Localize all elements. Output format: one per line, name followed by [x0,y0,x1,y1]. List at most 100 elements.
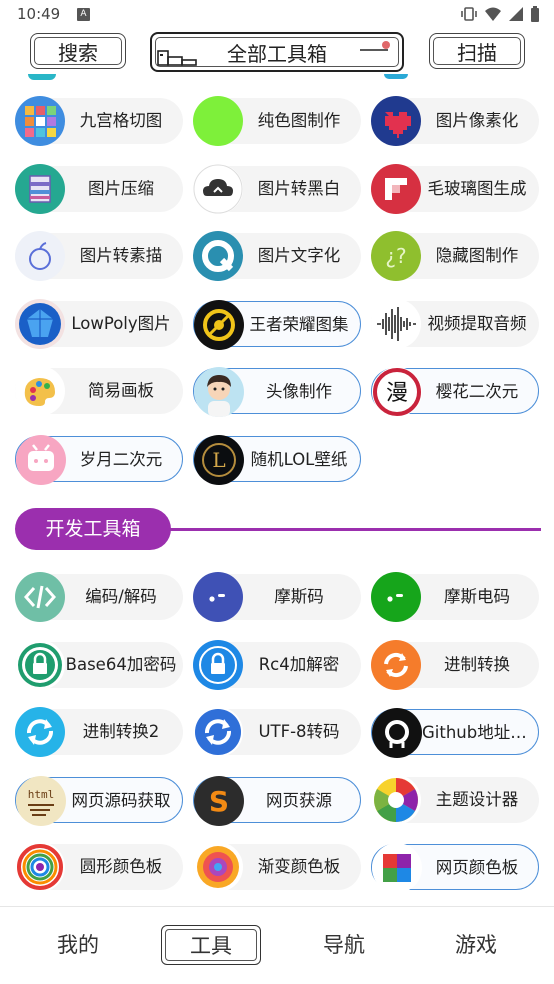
tool-item[interactable]: 岁月二次元 [15,434,183,485]
tool-item[interactable]: 视频提取音频 [371,298,539,349]
page-title: 全部工具箱 [227,41,327,66]
svg-text:S: S [209,785,229,818]
tool-item[interactable]: L 随机LOL壁纸 [193,434,361,485]
grid-photos-icon [15,96,65,146]
pixel-heart-icon [371,96,421,146]
tool-item[interactable]: 头像制作 [193,367,361,417]
tool-label: 图片转黑白 [257,178,341,198]
tool-label: Github地址解... [422,723,532,742]
sync-blue-icon [193,707,243,757]
tool-item[interactable]: 图片压缩 [15,163,183,214]
padlock-icon [193,639,243,690]
svg-text:¿?: ¿? [385,244,406,268]
code-brackets-icon [15,572,65,622]
tool-row: 编码/解码 摩斯码 摩斯电码 [15,572,545,624]
tool-label: 随机LOL壁纸 [250,449,348,469]
tool-label: 樱花二次元 [435,382,519,401]
building-deco-icon [157,50,197,66]
tool-item[interactable]: 毛玻璃图生成 [371,163,539,214]
sketch-apple-icon [15,231,65,281]
tool-label: 视频提取音频 [427,313,527,333]
tool-item[interactable]: 渐变颜色板 [193,842,361,892]
tool-item[interactable]: 纯色图制作 [193,96,361,146]
clock: 10:49 [17,5,61,23]
search-button[interactable]: 搜索 [30,33,126,69]
tool-item[interactable]: 主题设计器 [371,774,539,825]
page-title-frame: 全部工具箱 [150,32,404,72]
tool-item[interactable]: 王者荣耀图集 [193,299,361,350]
nav-label: 导航 [323,933,365,957]
color-circle-icon [15,842,65,892]
tool-label: 摩斯电码 [444,587,510,606]
nav-games[interactable]: 游戏 [426,925,526,965]
tool-row: 九宫格切图 纯色图制作 图片像素化 [15,96,545,148]
tool-item[interactable]: S 网页获源 [193,775,361,826]
github-icon [372,708,422,758]
morse-green-icon [371,572,421,622]
vibrate-icon [460,6,478,26]
tool-label: 纯色图制作 [257,111,341,130]
tool-row: html 网页源码获取 S 网页获源 主题设计器 [15,774,545,827]
tool-item[interactable]: 图片文字化 [193,231,361,281]
scrolled-row-edge [28,74,56,80]
nav-tools[interactable]: 工具 [161,925,261,965]
tool-item[interactable]: 漫 樱花二次元 [371,367,539,417]
tool-item[interactable]: 摩斯码 [193,572,361,622]
svg-text:漫: 漫 [386,381,408,406]
lock-icon [15,639,65,690]
bilibili-icon [16,434,66,485]
tool-item[interactable]: 摩斯电码 [371,572,539,622]
nav-mine[interactable]: 我的 [28,925,128,965]
tool-row: 图片压缩 图片转黑白 毛玻璃图生成 [15,163,545,216]
notification-a-icon: A [77,8,90,21]
tool-item[interactable]: 图片像素化 [371,96,539,146]
tool-item[interactable]: 图片转黑白 [193,163,361,214]
color-square-icon [372,843,422,893]
tool-label: UTF-8转码 [258,722,340,741]
tool-item[interactable]: 编码/解码 [15,572,183,622]
tool-label: 隐藏图制作 [435,246,519,265]
tool-item[interactable]: 简易画板 [15,366,183,416]
tool-row: 图片转素描 图片文字化 ¿? 隐藏图制作 [15,231,545,283]
html-icon: html [16,775,66,826]
status-icons [460,6,540,26]
scan-button[interactable]: 扫描 [429,33,525,69]
morse-icon [193,572,243,622]
tool-item[interactable]: ¿? 隐藏图制作 [371,231,539,281]
flipboard-icon [371,163,421,214]
dev-tools-section-header: 开发工具箱 [15,508,541,550]
tool-label: 头像制作 [266,382,332,401]
tool-label: LowPoly图片 [71,313,171,333]
tool-item[interactable]: 九宫格切图 [15,96,183,146]
tool-item[interactable]: 圆形颜色板 [15,842,183,892]
tool-item[interactable]: UTF-8转码 [193,707,361,757]
tool-item[interactable]: Rc4加解密 [193,639,361,690]
tool-row: LowPoly图片 王者荣耀图集 视频提取音频 [15,298,545,351]
tool-item[interactable]: 图片转素描 [15,231,183,281]
nav-label: 游戏 [455,933,497,957]
lol-icon: L [194,434,244,485]
tool-item[interactable]: Base64加密码 [15,639,183,690]
tool-label: Base64加密码 [65,654,177,674]
svg-text:L: L [212,448,225,472]
gem-icon [15,298,65,349]
status-bar: 10:49 A [0,0,554,30]
color-wheel-icon [371,774,421,825]
archive-icon [15,163,65,214]
nav-navigation[interactable]: 导航 [294,925,394,965]
bottom-nav: 我的 工具 导航 游戏 [0,906,554,984]
tool-label: 进制转换2 [82,722,160,741]
tool-item[interactable]: 网页颜色板 [371,843,539,893]
tool-item[interactable]: Github地址解... [371,708,539,758]
tool-item[interactable]: 进制转换 [371,639,539,690]
tool-row: 简易画板 头像制作 漫 樱花二次元 [15,366,545,418]
tool-row: Base64加密码 Rc4加解密 进制转换 [15,639,545,692]
tool-item[interactable]: html 网页源码获取 [15,775,183,826]
question-bubble-icon: ¿? [371,231,421,281]
tool-label: 进制转换 [444,654,510,674]
tool-item[interactable]: LowPoly图片 [15,298,183,349]
tool-item[interactable]: 进制转换2 [15,707,183,757]
target-icon [194,299,244,350]
tool-row: 进制转换2 UTF-8转码 Github地址解... [15,707,545,759]
tool-label: 岁月二次元 [79,449,163,469]
